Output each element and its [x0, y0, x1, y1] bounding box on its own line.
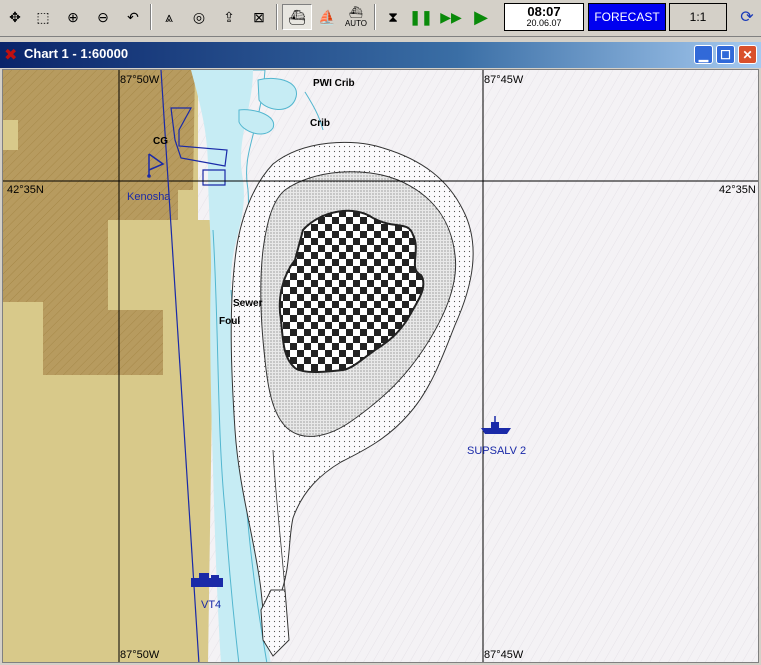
longitude-top-east: 87°45W	[484, 74, 524, 86]
move-icon[interactable]: ✥	[2, 4, 28, 30]
forecast-button[interactable]: FORECAST	[588, 3, 666, 31]
label-pwi-crib: PWI Crib	[313, 78, 355, 89]
longitude-bottom-west: 87°50W	[120, 649, 160, 661]
ship-small-icon[interactable]: ⛵	[314, 4, 340, 30]
longitude-bottom-east: 87°45W	[484, 649, 524, 661]
auto-label: AUTO	[344, 19, 368, 28]
window-titlebar: ✖ Chart 1 - 1:60000 ▁ ☐ ✕	[0, 42, 761, 68]
undo-icon[interactable]: ↶	[120, 4, 146, 30]
pause-icon[interactable]: ❚❚	[408, 4, 434, 30]
label-cg: CG	[153, 136, 168, 147]
zoom-out-icon[interactable]: ⊖	[90, 4, 116, 30]
auto-button[interactable]: ⛴ AUTO	[342, 4, 370, 30]
land-patch	[3, 120, 18, 150]
label-foul: Foul	[219, 316, 240, 327]
toolbar-separator	[150, 4, 152, 30]
toolbar: ✥ ⬚ ⊕ ⊖ ↶ ⩓ ◎ ⇪ ⊠ ⛴ ⛵ ⛴ AUTO ⧗ ❚❚ ▶▶ ▶ 0…	[0, 0, 761, 37]
maximize-button[interactable]: ☐	[716, 45, 735, 64]
scale-button[interactable]: 1:1	[669, 3, 727, 31]
chart-window-icon: ✖	[4, 47, 18, 64]
land-patch	[3, 302, 43, 375]
ship-mode-icon[interactable]: ⛴	[282, 4, 312, 30]
crib-shoal	[257, 77, 297, 110]
window-title: Chart 1 - 1:60000	[24, 46, 129, 61]
chart-map[interactable]: 87°50W 87°45W 87°50W 87°45W 42°35N 42°35…	[2, 69, 759, 663]
clock-date: 20.06.07	[526, 18, 562, 28]
label-vt4[interactable]: VT4	[201, 599, 221, 611]
latitude-east: 42°35N	[719, 184, 756, 196]
close-button[interactable]: ✕	[738, 45, 757, 64]
minimize-button[interactable]: ▁	[694, 45, 713, 64]
label-supsalv[interactable]: SUPSALV 2	[467, 445, 526, 457]
latitude-west: 42°35N	[7, 184, 44, 196]
fast-forward-icon[interactable]: ▶▶	[438, 4, 464, 30]
longitude-top-west: 87°50W	[120, 74, 160, 86]
label-sewer: Sewer	[233, 298, 263, 309]
toolbar-separator	[276, 4, 278, 30]
zoom-box-icon[interactable]: ⬚	[30, 4, 56, 30]
sync-icon[interactable]: ⟳	[734, 4, 760, 30]
compass-icon[interactable]: ⩓	[156, 4, 182, 30]
label-crib: Crib	[310, 118, 330, 129]
play-icon[interactable]: ▶	[468, 4, 494, 30]
step-icon[interactable]: ⧗	[380, 4, 406, 30]
clock-time: 08:07	[527, 4, 561, 19]
toolbar-separator	[374, 4, 376, 30]
label-kenosha: Kenosha	[127, 191, 171, 203]
clock-display: 08:07 20.06.07	[504, 3, 584, 31]
ship-icon: ⛴	[349, 7, 363, 19]
zoom-in-icon[interactable]: ⊕	[60, 4, 86, 30]
chart-canvas[interactable]: 87°50W 87°45W 87°50W 87°45W 42°35N 42°35…	[3, 70, 759, 663]
target-icon[interactable]: ◎	[186, 4, 212, 30]
pickup-icon[interactable]: ⇪	[216, 4, 242, 30]
dump-icon[interactable]: ⊠	[246, 4, 272, 30]
